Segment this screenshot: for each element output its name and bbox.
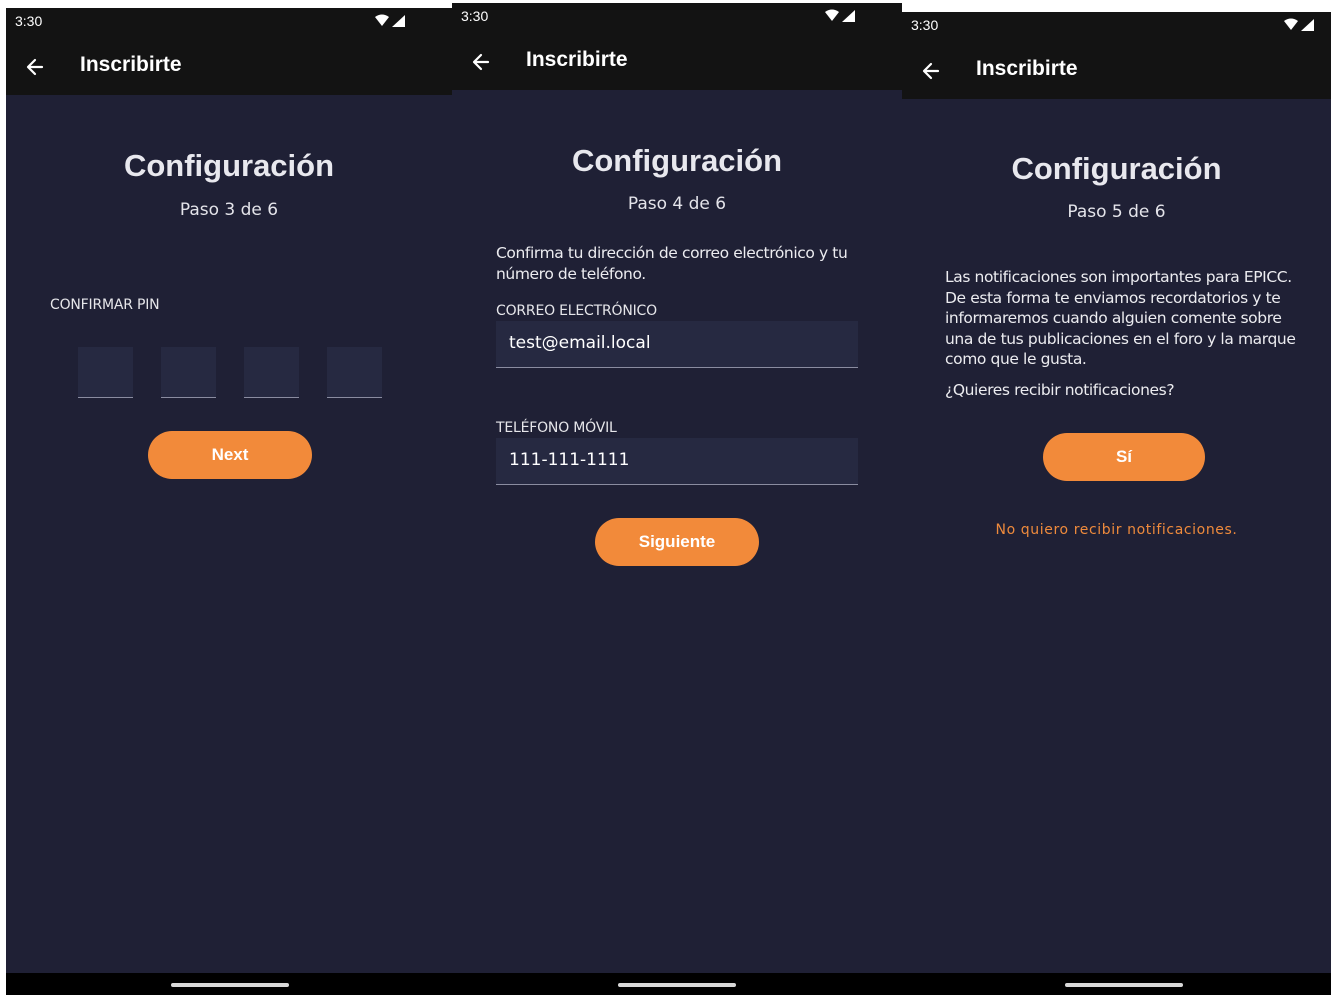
wifi-icon bbox=[825, 9, 839, 21]
arrow-left-icon bbox=[472, 53, 490, 71]
home-gesture-handle[interactable] bbox=[171, 983, 289, 987]
pin-label: CONFIRMAR PIN bbox=[50, 297, 160, 313]
home-gesture-handle[interactable] bbox=[1065, 983, 1183, 987]
back-button[interactable] bbox=[916, 56, 946, 86]
navigation-bar bbox=[452, 973, 902, 995]
status-bar: 3:30 bbox=[452, 3, 902, 31]
next-button[interactable]: Siguiente bbox=[595, 518, 759, 566]
status-time: 3:30 bbox=[461, 8, 489, 24]
phone-field[interactable]: 111-111-1111 bbox=[496, 438, 858, 485]
phone-label: TELÉFONO MÓVIL bbox=[496, 420, 617, 436]
app-bar-title: Inscribirte bbox=[526, 48, 628, 71]
wifi-icon bbox=[375, 14, 389, 26]
page-title: Configuración bbox=[1011, 151, 1222, 186]
pin-digit-2[interactable] bbox=[161, 347, 216, 398]
screen-contact-confirm: 3:30 Inscribirte Configuración Paso 4 de… bbox=[452, 3, 902, 995]
next-button[interactable]: Next bbox=[148, 431, 312, 479]
pin-digit-1[interactable] bbox=[78, 347, 133, 398]
phone-value: 111-111-1111 bbox=[509, 450, 630, 470]
status-bar: 3:30 bbox=[902, 12, 1331, 40]
home-gesture-handle[interactable] bbox=[618, 983, 736, 987]
step-indicator: Paso 4 de 6 bbox=[627, 194, 727, 214]
page-title: Configuración bbox=[123, 148, 335, 183]
status-icons bbox=[824, 9, 858, 23]
notifications-description: Las notificaciones son importantes para … bbox=[945, 268, 1296, 368]
wifi-icon bbox=[1284, 18, 1298, 30]
email-value: test@email.local bbox=[509, 333, 651, 353]
instruction-text: Confirma tu dirección de correo electrón… bbox=[496, 244, 848, 283]
app-bar: Inscribirte bbox=[6, 36, 452, 95]
app-bar-title: Inscribirte bbox=[976, 57, 1078, 80]
step-indicator: Paso 5 de 6 bbox=[1067, 202, 1166, 222]
yes-button[interactable]: Sí bbox=[1043, 433, 1205, 481]
step-indicator: Paso 3 de 6 bbox=[179, 200, 279, 220]
app-bar: Inscribirte bbox=[902, 40, 1331, 99]
screen-pin-confirm: 3:30 Inscribirte Configuración Paso 3 de… bbox=[6, 8, 452, 995]
page-title: Configuración bbox=[571, 143, 783, 178]
navigation-bar bbox=[902, 973, 1331, 995]
back-button[interactable] bbox=[20, 52, 50, 82]
screen-notifications: 3:30 Inscribirte Configuración Paso 5 de… bbox=[902, 12, 1331, 995]
decline-notifications-link[interactable]: No quiero recibir notificaciones. bbox=[902, 522, 1331, 538]
app-bar-title: Inscribirte bbox=[80, 53, 182, 76]
arrow-left-icon bbox=[26, 58, 44, 76]
pin-digit-3[interactable] bbox=[244, 347, 299, 398]
notifications-question: ¿Quieres recibir notificaciones? bbox=[945, 381, 1175, 399]
status-icons bbox=[374, 14, 408, 28]
pin-digit-4[interactable] bbox=[327, 347, 382, 398]
app-bar: Inscribirte bbox=[452, 31, 902, 90]
email-label: CORREO ELECTRÓNICO bbox=[496, 303, 657, 319]
cell-signal-icon bbox=[1301, 19, 1314, 31]
navigation-bar bbox=[6, 973, 452, 995]
back-button[interactable] bbox=[466, 47, 496, 77]
arrow-left-icon bbox=[922, 62, 940, 80]
status-time: 3:30 bbox=[15, 13, 43, 29]
cell-signal-icon bbox=[842, 10, 855, 22]
cell-signal-icon bbox=[392, 15, 405, 27]
email-field[interactable]: test@email.local bbox=[496, 321, 858, 368]
status-icons bbox=[1283, 18, 1317, 32]
status-bar: 3:30 bbox=[6, 8, 452, 36]
status-time: 3:30 bbox=[911, 17, 939, 33]
